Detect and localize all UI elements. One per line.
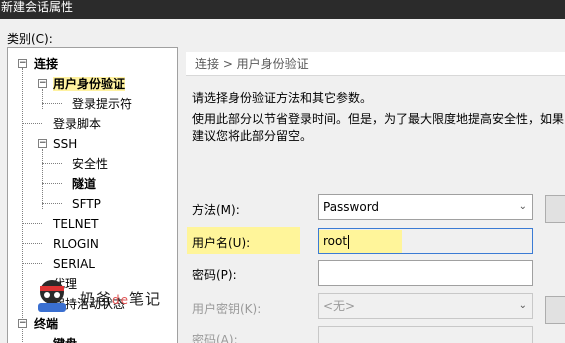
password-label: 密码(P): bbox=[192, 268, 237, 282]
method-select[interactable]: Password ⌄ bbox=[318, 194, 533, 220]
tree-line bbox=[42, 203, 62, 204]
tree-item-serial[interactable]: SERIAL bbox=[53, 254, 95, 274]
tree-line bbox=[42, 103, 62, 104]
username-label: 用户名(U): bbox=[192, 236, 251, 250]
user-key-label: 用户密钥(K): bbox=[192, 302, 262, 316]
watermark-text: 奶爸de笔记 bbox=[80, 290, 162, 308]
tree-item-ssh[interactable]: SSH bbox=[53, 134, 77, 154]
tree-line bbox=[22, 123, 42, 124]
tree-item-rlogin[interactable]: RLOGIN bbox=[53, 234, 99, 254]
username-input[interactable]: root bbox=[318, 228, 533, 254]
category-label: 类别(C): bbox=[7, 32, 53, 46]
description-line: 使用此部分以节省登录时间。但是，为了最大限度地提高安全性，如果 bbox=[192, 112, 565, 126]
chevron-down-icon: ⌄ bbox=[518, 201, 527, 212]
tree-item-terminal[interactable]: 终端 bbox=[34, 314, 58, 334]
tree-line bbox=[22, 223, 42, 224]
tree-line bbox=[42, 183, 62, 184]
tree-item-telnet[interactable]: TELNET bbox=[53, 214, 99, 234]
tree-collapse-toggle[interactable]: − bbox=[18, 319, 27, 328]
breadcrumb: 连接 > 用户身份验证 bbox=[186, 52, 565, 76]
tree-collapse-toggle[interactable]: − bbox=[38, 139, 47, 148]
description-line: 建议您将此部分留空。 bbox=[192, 129, 313, 143]
tree-line bbox=[22, 263, 42, 264]
tree-item-tunneling[interactable]: 隧道 bbox=[72, 174, 96, 194]
chevron-down-icon: ⌄ bbox=[518, 300, 527, 311]
tree-line bbox=[22, 68, 23, 343]
tree-line bbox=[42, 89, 43, 109]
tree-item-keyboard[interactable]: 键盘 bbox=[53, 334, 77, 343]
tree-item-login-prompts[interactable]: 登录提示符 bbox=[72, 94, 132, 114]
text-cursor bbox=[348, 234, 350, 249]
window-title: 新建会话属性 bbox=[0, 0, 565, 19]
tree-item-user-auth[interactable]: 用户身份验证 bbox=[53, 74, 126, 94]
side-button[interactable] bbox=[545, 195, 565, 223]
tree-collapse-toggle[interactable]: − bbox=[18, 59, 27, 68]
passphrase-label: 密码(A): bbox=[192, 333, 238, 343]
method-value: Password bbox=[323, 200, 380, 214]
tree-collapse-toggle[interactable]: − bbox=[38, 79, 47, 88]
method-label: 方法(M): bbox=[192, 203, 240, 217]
description-line: 请选择身份验证方法和其它参数。 bbox=[192, 91, 373, 105]
password-input[interactable] bbox=[318, 260, 533, 286]
mascot-icon bbox=[38, 280, 66, 312]
side-button[interactable] bbox=[545, 296, 565, 324]
tree-line bbox=[22, 243, 42, 244]
user-key-value: <无> bbox=[323, 299, 356, 313]
user-key-select[interactable]: <无> ⌄ bbox=[318, 293, 533, 319]
passphrase-input[interactable] bbox=[318, 326, 533, 343]
tree-line bbox=[42, 149, 43, 209]
tree-item-security[interactable]: 安全性 bbox=[72, 154, 108, 174]
tree-item-connection[interactable]: 连接 bbox=[34, 54, 58, 74]
tree-line bbox=[42, 163, 62, 164]
username-value: root bbox=[323, 234, 348, 248]
tree-item-sftp[interactable]: SFTP bbox=[72, 194, 101, 214]
tree-item-login-scripts[interactable]: 登录脚本 bbox=[53, 114, 101, 134]
watermark: 奶爸de笔记 bbox=[30, 276, 170, 312]
